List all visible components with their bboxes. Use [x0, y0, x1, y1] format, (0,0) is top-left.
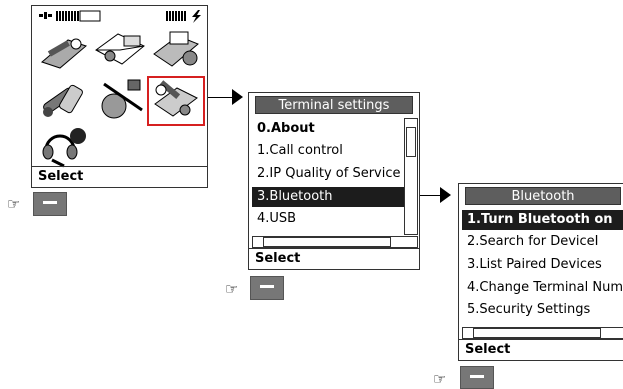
battery-icon [166, 10, 201, 23]
left-soft-button[interactable] [33, 192, 67, 216]
connector-line [208, 97, 234, 98]
softkey-select[interactable]: Select [459, 339, 623, 360]
horizontal-scrollbar[interactable] [252, 236, 418, 248]
messages-icon[interactable] [94, 30, 146, 70]
pointing-hand-icon: ☞ [225, 280, 239, 298]
calls-icon[interactable] [38, 76, 90, 120]
screen-title: Bluetooth [465, 187, 621, 205]
bluetooth-screen: Bluetooth 1.Turn Bluetooth on 2.Search f… [458, 183, 623, 361]
menu-item-search-devices[interactable]: 2.Search for DeviceI [462, 232, 623, 252]
terminal-settings-screen: Terminal settings 0.About 1.Call control… [248, 92, 420, 270]
menu-item-about[interactable]: 0.About [252, 119, 407, 139]
horizontal-scroll-thumb[interactable] [263, 237, 391, 247]
menu-item-security-settings[interactable]: 5.Security Settings [462, 300, 623, 320]
arrow-right-icon [440, 187, 451, 203]
softkey-select[interactable]: Select [32, 166, 207, 187]
terminal-settings-icon[interactable] [151, 80, 201, 122]
network-icon[interactable] [94, 76, 146, 120]
signal-strength-icon [39, 10, 101, 22]
home-screen: Select [31, 5, 208, 188]
menu-item-call-control[interactable]: 1.Call control [252, 141, 407, 161]
menu-item-turn-bluetooth-on[interactable]: 1.Turn Bluetooth on [462, 210, 623, 230]
pointing-hand-icon: ☞ [7, 195, 21, 213]
left-soft-button[interactable] [460, 366, 494, 389]
screen-title: Terminal settings [255, 96, 413, 114]
phonebook-icon[interactable] [150, 28, 202, 70]
menu-item-change-terminal-num[interactable]: 4.Change Terminal Num [462, 278, 623, 298]
horizontal-scroll-thumb[interactable] [473, 328, 601, 338]
vertical-scroll-thumb[interactable] [406, 127, 416, 157]
menu-item-ip-qos[interactable]: 2.IP Quality of Service [252, 164, 407, 184]
pointing-hand-icon: ☞ [433, 370, 447, 388]
connector-line [420, 195, 442, 196]
left-soft-button[interactable] [250, 276, 284, 300]
vertical-scrollbar[interactable] [404, 118, 418, 235]
tools-icon[interactable] [38, 32, 90, 70]
horizontal-scrollbar[interactable] [462, 327, 623, 339]
status-bar [32, 6, 207, 24]
arrow-right-icon [232, 89, 243, 105]
headset-icon[interactable] [38, 124, 90, 168]
menu-item-usb[interactable]: 4.USB [252, 209, 407, 229]
menu-item-bluetooth[interactable]: 3.Bluetooth [252, 187, 407, 207]
softkey-select[interactable]: Select [249, 248, 419, 269]
menu-item-list-paired-devices[interactable]: 3.List Paired Devices [462, 255, 623, 275]
